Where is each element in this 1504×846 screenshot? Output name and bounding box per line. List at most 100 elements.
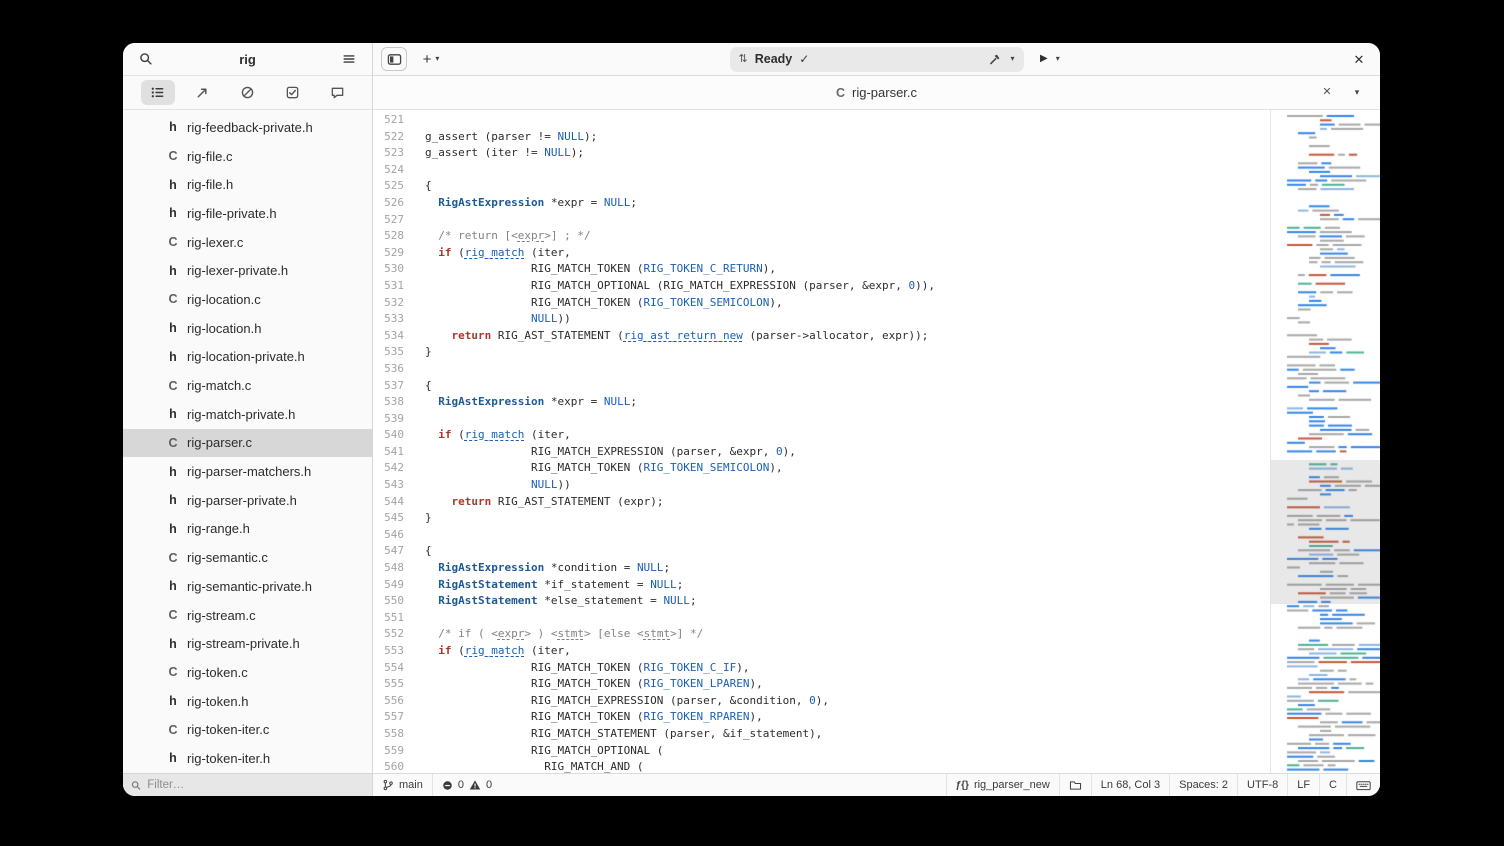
file-item[interactable]: Crig-token.c (123, 658, 372, 687)
code-editor[interactable]: 521522g_assert (parser != NULL);523g_ass… (373, 110, 1270, 773)
code-line[interactable]: 527 (373, 212, 1270, 229)
code-line[interactable]: 538 RigAstExpression *expr = NULL; (373, 394, 1270, 411)
file-list[interactable]: hrig-feedback-private.hCrig-file.chrig-f… (123, 111, 372, 773)
code-line[interactable]: 523g_assert (iter != NULL); (373, 145, 1270, 162)
line-number[interactable]: 542 (373, 460, 404, 477)
search-button[interactable] (133, 47, 159, 71)
code-line[interactable]: 537{ (373, 378, 1270, 395)
line-number[interactable]: 532 (373, 295, 404, 312)
line-number[interactable]: 551 (373, 610, 404, 627)
code-line[interactable]: 521 (373, 112, 1270, 129)
file-item[interactable]: hrig-parser-private.h (123, 486, 372, 515)
active-tab[interactable]: C rig-parser.c (836, 85, 917, 100)
code-line[interactable]: 547{ (373, 543, 1270, 560)
tab-unit-tests[interactable] (276, 80, 310, 105)
line-number[interactable]: 534 (373, 328, 404, 345)
run-options-dropdown-icon[interactable]: ▾ (1056, 55, 1060, 63)
tab-close-button[interactable]: ✕ (1314, 81, 1340, 105)
line-number[interactable]: 547 (373, 543, 404, 560)
code-line[interactable]: 558 RIG_MATCH_STATEMENT (parser, &if_sta… (373, 726, 1270, 743)
code-line[interactable]: 551 (373, 610, 1270, 627)
file-item[interactable]: hrig-range.h (123, 515, 372, 544)
file-item[interactable]: hrig-location-private.h (123, 343, 372, 372)
line-number[interactable]: 526 (373, 195, 404, 212)
tab-build-pipeline[interactable] (186, 80, 220, 105)
code-line[interactable]: 555 RIG_MATCH_TOKEN (RIG_TOKEN_LPAREN), (373, 676, 1270, 693)
line-number[interactable]: 533 (373, 311, 404, 328)
language-button[interactable]: C (1319, 774, 1346, 796)
code-line[interactable]: 541 RIG_MATCH_EXPRESSION (parser, &expr,… (373, 444, 1270, 461)
tab-todo[interactable] (231, 80, 265, 105)
code-line[interactable]: 554 RIG_MATCH_TOKEN (RIG_TOKEN_C_IF), (373, 660, 1270, 677)
code-line[interactable]: 522g_assert (parser != NULL); (373, 129, 1270, 146)
line-number[interactable]: 558 (373, 726, 404, 743)
window-close-button[interactable]: ✕ (1346, 47, 1372, 71)
line-number[interactable]: 544 (373, 494, 404, 511)
line-number[interactable]: 525 (373, 178, 404, 195)
new-tab-button[interactable]: + ▾ (413, 47, 449, 71)
code-line[interactable]: 560 RIG_MATCH_AND ( (373, 759, 1270, 773)
filter-input[interactable] (147, 779, 364, 791)
line-number[interactable]: 523 (373, 145, 404, 162)
line-number[interactable]: 554 (373, 660, 404, 677)
line-number[interactable]: 548 (373, 560, 404, 577)
file-item[interactable]: hrig-file.h (123, 170, 372, 199)
code-line[interactable]: 529 if (rig_match (iter, (373, 245, 1270, 262)
file-item[interactable]: Crig-semantic.c (123, 543, 372, 572)
code-line[interactable]: 530 RIG_MATCH_TOKEN (RIG_TOKEN_C_RETURN)… (373, 261, 1270, 278)
line-number[interactable]: 560 (373, 759, 404, 773)
sidebar-menu-button[interactable] (336, 47, 362, 71)
line-number[interactable]: 550 (373, 593, 404, 610)
code-line[interactable]: 533 NULL)) (373, 311, 1270, 328)
cursor-position-button[interactable]: Ln 68, Col 3 (1091, 774, 1169, 796)
line-number[interactable]: 530 (373, 261, 404, 278)
code-line[interactable]: 534 return RIG_AST_STATEMENT (rig_ast_re… (373, 328, 1270, 345)
line-number[interactable]: 538 (373, 394, 404, 411)
line-number[interactable]: 543 (373, 477, 404, 494)
code-line[interactable]: 543 NULL)) (373, 477, 1270, 494)
directory-button[interactable] (1059, 774, 1091, 796)
line-number[interactable]: 549 (373, 577, 404, 594)
code-line[interactable]: 544 return RIG_AST_STATEMENT (expr); (373, 494, 1270, 511)
code-line[interactable]: 546 (373, 527, 1270, 544)
run-button[interactable]: ▶ (1040, 54, 1048, 64)
file-item[interactable]: hrig-stream-private.h (123, 629, 372, 658)
line-number[interactable]: 541 (373, 444, 404, 461)
line-number[interactable]: 546 (373, 527, 404, 544)
line-number[interactable]: 540 (373, 427, 404, 444)
code-line[interactable]: 550 RigAstStatement *else_statement = NU… (373, 593, 1270, 610)
line-number[interactable]: 521 (373, 112, 404, 129)
code-line[interactable]: 536 (373, 361, 1270, 378)
file-item[interactable]: Crig-lexer.c (123, 228, 372, 257)
code-line[interactable]: 559 RIG_MATCH_OPTIONAL ( (373, 743, 1270, 760)
code-line[interactable]: 549 RigAstStatement *if_statement = NULL… (373, 577, 1270, 594)
file-item[interactable]: hrig-file-private.h (123, 199, 372, 228)
file-item[interactable]: Crig-stream.c (123, 601, 372, 630)
file-item[interactable]: hrig-token.h (123, 687, 372, 716)
code-line[interactable]: 557 RIG_MATCH_TOKEN (RIG_TOKEN_RPAREN), (373, 709, 1270, 726)
encoding-button[interactable]: UTF-8 (1237, 774, 1287, 796)
line-number[interactable]: 524 (373, 162, 404, 179)
code-line[interactable]: 553 if (rig_match (iter, (373, 643, 1270, 660)
line-number[interactable]: 555 (373, 676, 404, 693)
build-hammer-icon[interactable] (988, 53, 1001, 66)
file-item[interactable]: Crig-parser.c (123, 429, 372, 458)
build-options-dropdown-icon[interactable]: ▾ (1010, 55, 1014, 63)
line-number[interactable]: 557 (373, 709, 404, 726)
code-line[interactable]: 556 RIG_MATCH_EXPRESSION (parser, &condi… (373, 693, 1270, 710)
omnibar[interactable]: ⇅ Ready ✓ ▾ (730, 47, 1024, 72)
toggle-sidebar-button[interactable] (381, 47, 407, 71)
tab-list-button[interactable]: ▾ (1344, 81, 1370, 105)
line-number[interactable]: 522 (373, 129, 404, 146)
line-number[interactable]: 531 (373, 278, 404, 295)
code-line[interactable]: 545} (373, 510, 1270, 527)
code-line[interactable]: 535} (373, 344, 1270, 361)
line-number[interactable]: 537 (373, 378, 404, 395)
indentation-button[interactable]: Spaces: 2 (1169, 774, 1237, 796)
file-item[interactable]: Crig-file.c (123, 142, 372, 171)
line-number[interactable]: 539 (373, 411, 404, 428)
line-number[interactable]: 527 (373, 212, 404, 229)
code-line[interactable]: 525{ (373, 178, 1270, 195)
keyboard-mode-button[interactable] (1346, 774, 1380, 796)
minimap[interactable] (1270, 110, 1380, 773)
